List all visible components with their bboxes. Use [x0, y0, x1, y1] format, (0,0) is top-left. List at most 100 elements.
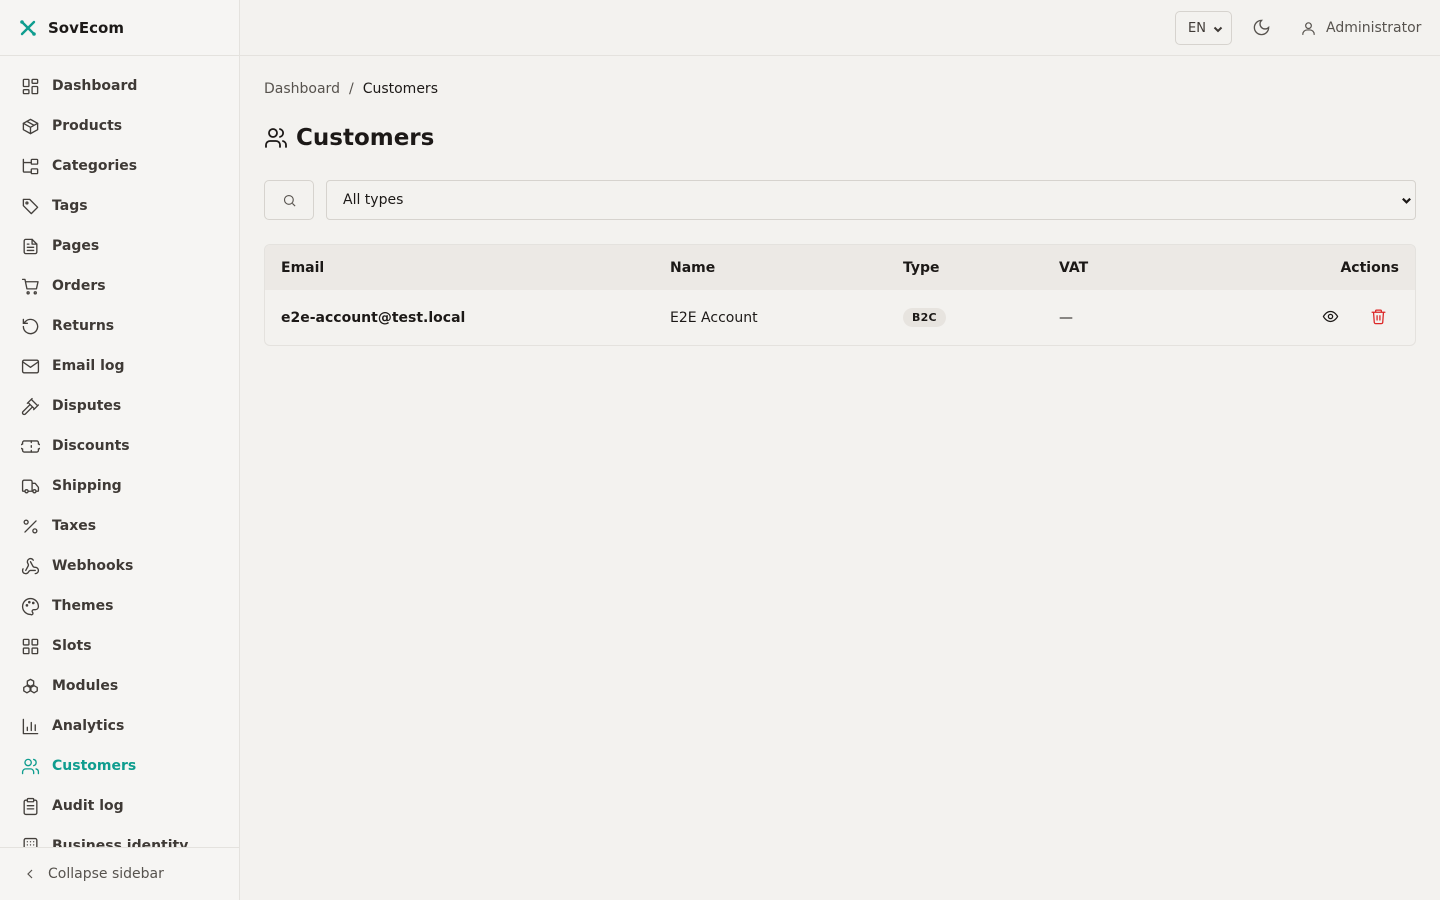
sidebar-item-slots[interactable]: Slots: [0, 626, 239, 666]
percent-icon: [20, 516, 40, 536]
sidebar-item-returns[interactable]: Returns: [0, 306, 239, 346]
delete-customer-button[interactable]: [1370, 308, 1388, 326]
users-icon: [20, 756, 40, 776]
sidebar-item-pages[interactable]: Pages: [0, 226, 239, 266]
column-header-email[interactable]: Email: [281, 260, 324, 276]
sidebar-item-label: Dashboard: [52, 78, 138, 94]
customer-name: E2E Account: [670, 309, 758, 326]
breadcrumb-separator: /: [348, 81, 354, 97]
clipboard-icon: [20, 796, 40, 816]
sidebar-item-analytics[interactable]: Analytics: [0, 706, 239, 746]
users-icon: [265, 128, 287, 148]
brand[interactable]: SovEcom: [0, 0, 239, 56]
sidebar-item-business-identity[interactable]: Business identity: [0, 826, 239, 847]
bar-chart-icon: [20, 716, 40, 736]
user-icon: [1302, 21, 1315, 35]
sidebar-item-label: Products: [52, 118, 123, 134]
search-button[interactable]: [264, 180, 314, 220]
sidebar-item-disputes[interactable]: Disputes: [0, 386, 239, 426]
page-title: Customers: [296, 125, 435, 151]
search-icon: [283, 194, 296, 207]
webhook-icon: [20, 556, 40, 576]
language-value: EN: [1188, 20, 1206, 36]
ticket-icon: [20, 436, 40, 456]
sidebar-item-label: Tags: [52, 198, 88, 214]
table-header: Email Name Type VAT Actions: [265, 245, 1415, 290]
column-header-type[interactable]: Type: [903, 260, 940, 276]
column-header-name[interactable]: Name: [670, 260, 715, 276]
rotate-ccw-icon: [20, 316, 40, 336]
sidebar-item-label: Email log: [52, 358, 125, 374]
sidebar-item-label: Modules: [52, 678, 119, 694]
sidebar-item-dashboard[interactable]: Dashboard: [0, 66, 239, 106]
sidebar-item-email-log[interactable]: Email log: [0, 346, 239, 386]
theme-toggle-button[interactable]: [1252, 18, 1272, 38]
column-header-vat[interactable]: VAT: [1059, 260, 1088, 276]
column-header-actions: Actions: [1340, 259, 1399, 276]
sidebar-item-categories[interactable]: Categories: [0, 146, 239, 186]
palette-icon: [20, 596, 40, 616]
sidebar-item-label: Customers: [52, 758, 137, 774]
sidebar-item-modules[interactable]: Modules: [0, 666, 239, 706]
sidebar-item-label: Themes: [52, 598, 114, 614]
collapse-sidebar-button[interactable]: Collapse sidebar: [0, 847, 239, 900]
sidebar-item-label: Audit log: [52, 798, 124, 814]
sidebar-item-label: Pages: [52, 238, 100, 254]
truck-icon: [20, 476, 40, 496]
grid-icon: [20, 636, 40, 656]
sidebar-item-taxes[interactable]: Taxes: [0, 506, 239, 546]
file-text-icon: [20, 236, 40, 256]
tag-icon: [20, 196, 40, 216]
user-menu[interactable]: Administrator: [1300, 0, 1421, 56]
sidebar-item-label: Discounts: [52, 438, 130, 454]
package-icon: [20, 116, 40, 136]
sidebar-item-label: Shipping: [52, 478, 122, 494]
sidebar-item-label: Analytics: [52, 718, 125, 734]
customer-vat: —: [1059, 309, 1073, 326]
sidebar-nav: Dashboard Products Categories Tags Pages…: [0, 66, 239, 847]
sidebar-item-orders[interactable]: Orders: [0, 266, 239, 306]
breadcrumb-current: Customers: [362, 81, 438, 97]
sovecom-logo-icon: [20, 19, 36, 36]
sidebar-item-webhooks[interactable]: Webhooks: [0, 546, 239, 586]
topbar: EN Administrator: [240, 0, 1440, 56]
boxes-icon: [20, 676, 40, 696]
dashboard-icon: [20, 76, 40, 96]
customers-table: Email Name Type VAT Actions e2e-account@…: [264, 244, 1416, 346]
breadcrumb: Dashboard / Customers: [264, 81, 438, 97]
sidebar-item-discounts[interactable]: Discounts: [0, 426, 239, 466]
page-header: Customers: [264, 125, 434, 151]
sidebar-item-products[interactable]: Products: [0, 106, 239, 146]
sidebar-item-label: Orders: [52, 278, 106, 294]
chevron-down-icon: [1213, 26, 1223, 33]
user-name: Administrator: [1326, 20, 1422, 36]
sidebar-item-tags[interactable]: Tags: [0, 186, 239, 226]
sidebar-item-customers[interactable]: Customers: [0, 746, 239, 786]
sidebar-item-audit-log[interactable]: Audit log: [0, 786, 239, 826]
sidebar-item-label: Categories: [52, 158, 138, 174]
sidebar-item-themes[interactable]: Themes: [0, 586, 239, 626]
table-row[interactable]: e2e-account@test.local E2E Account B2C —: [265, 290, 1415, 345]
customer-type-badge: B2C: [903, 308, 946, 327]
shopping-cart-icon: [20, 276, 40, 296]
sidebar-item-label: Disputes: [52, 398, 122, 414]
sidebar: SovEcom Dashboard Products Categories Ta…: [0, 0, 240, 900]
view-customer-button[interactable]: [1322, 308, 1340, 326]
trash-icon: [1371, 309, 1386, 325]
brand-name: SovEcom: [48, 18, 124, 37]
sidebar-item-shipping[interactable]: Shipping: [0, 466, 239, 506]
breadcrumb-dashboard-link[interactable]: Dashboard: [264, 81, 340, 97]
building-icon: [20, 836, 40, 847]
eye-icon: [1322, 310, 1339, 323]
customer-type-select[interactable]: All types: [326, 180, 1416, 220]
customer-type-value: All types: [343, 192, 404, 208]
moon-icon: [1253, 19, 1270, 36]
language-select[interactable]: EN: [1175, 11, 1232, 45]
sidebar-item-label: Webhooks: [52, 558, 134, 574]
chevron-down-icon: [1402, 197, 1411, 204]
gavel-icon: [20, 396, 40, 416]
sidebar-item-label: Taxes: [52, 518, 97, 534]
customer-type-badge-label: B2C: [903, 308, 946, 327]
mail-icon: [20, 356, 40, 376]
sidebar-item-label: Slots: [52, 638, 92, 654]
